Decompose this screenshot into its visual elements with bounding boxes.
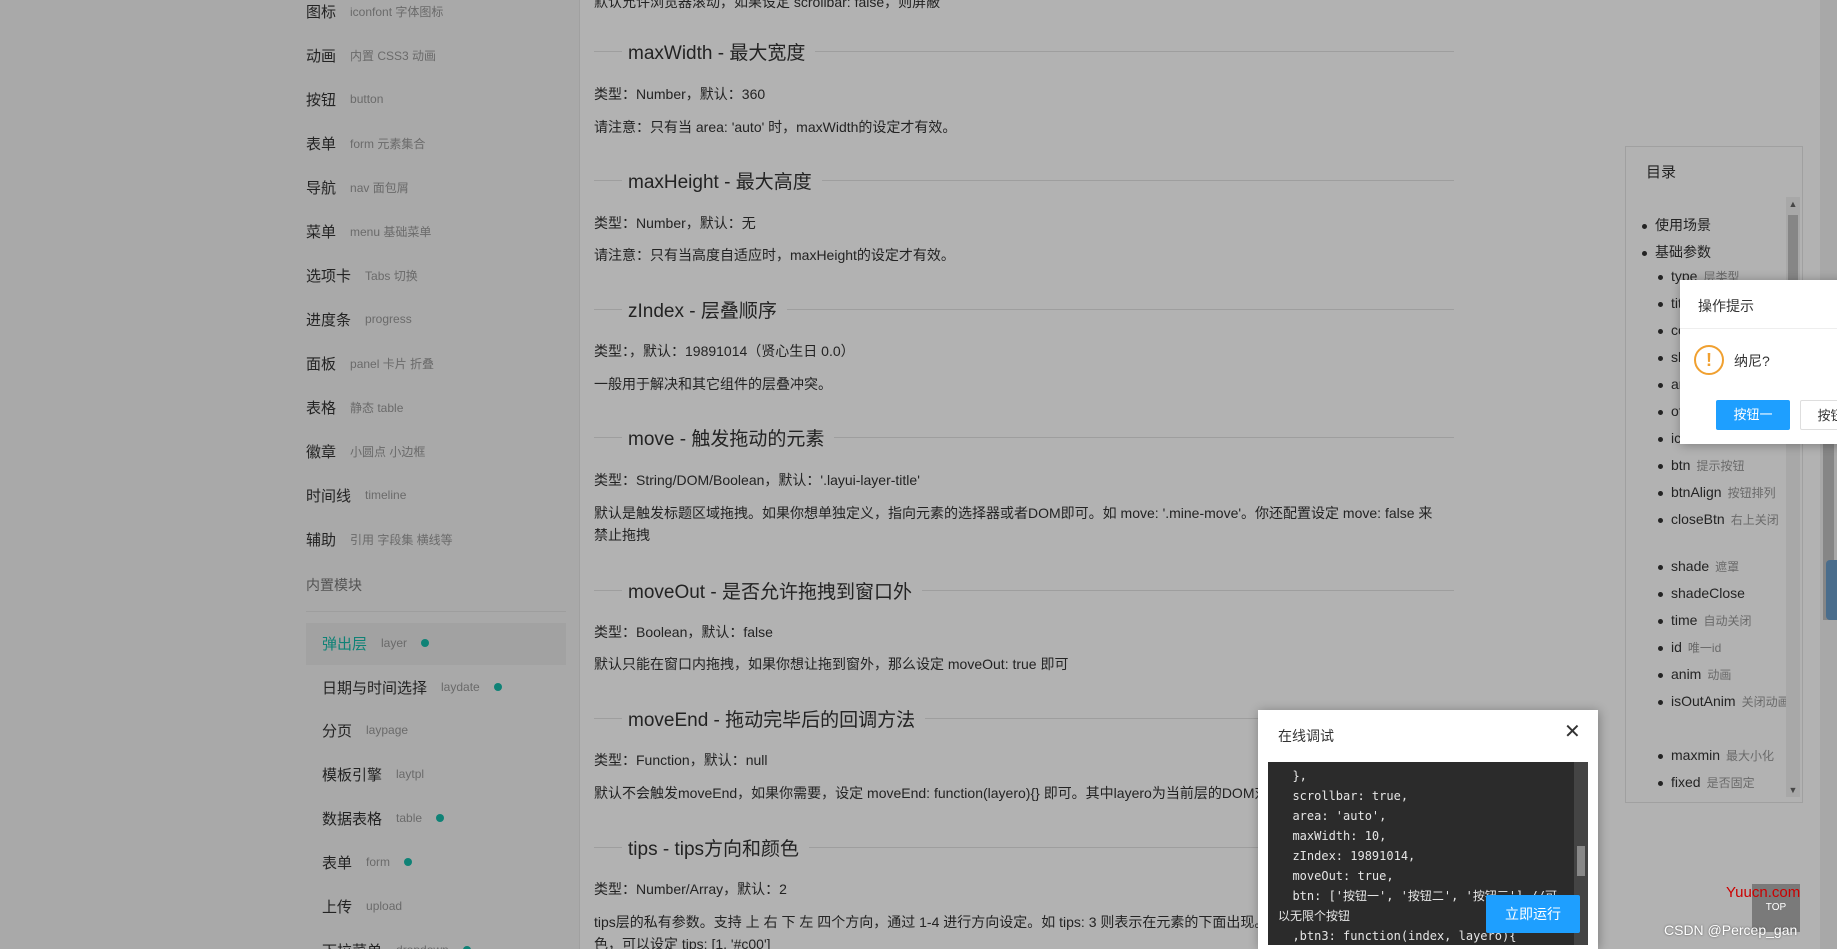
dialog-divider	[1680, 328, 1837, 329]
debug-panel-title[interactable]: 在线调试	[1278, 726, 1334, 746]
dialog-message: 纳尼?	[1734, 353, 1770, 369]
author-watermark: CSDN @Percep_gan	[1664, 922, 1798, 938]
dialog-button-2[interactable]: 按钮二	[1800, 400, 1837, 430]
site-watermark: Yuucn.com	[1726, 884, 1801, 901]
dialog-title[interactable]: 操作提示	[1698, 296, 1754, 316]
back-top-label: TOP	[1765, 902, 1787, 913]
layer-dialog: 操作提示 ! 纳尼? 按钮一 按钮二	[1680, 280, 1837, 444]
warning-icon: !	[1694, 345, 1724, 375]
close-icon[interactable]: ✕	[1564, 722, 1581, 742]
dialog-button-1[interactable]: 按钮一	[1716, 400, 1790, 430]
debug-panel: 在线调试 ✕ }, scrollbar: true, area: 'auto',…	[1258, 710, 1598, 949]
code-scroll-thumb[interactable]	[1577, 846, 1585, 876]
run-button[interactable]: 立即运行	[1486, 895, 1580, 933]
side-handle-icon[interactable]	[1826, 560, 1837, 620]
